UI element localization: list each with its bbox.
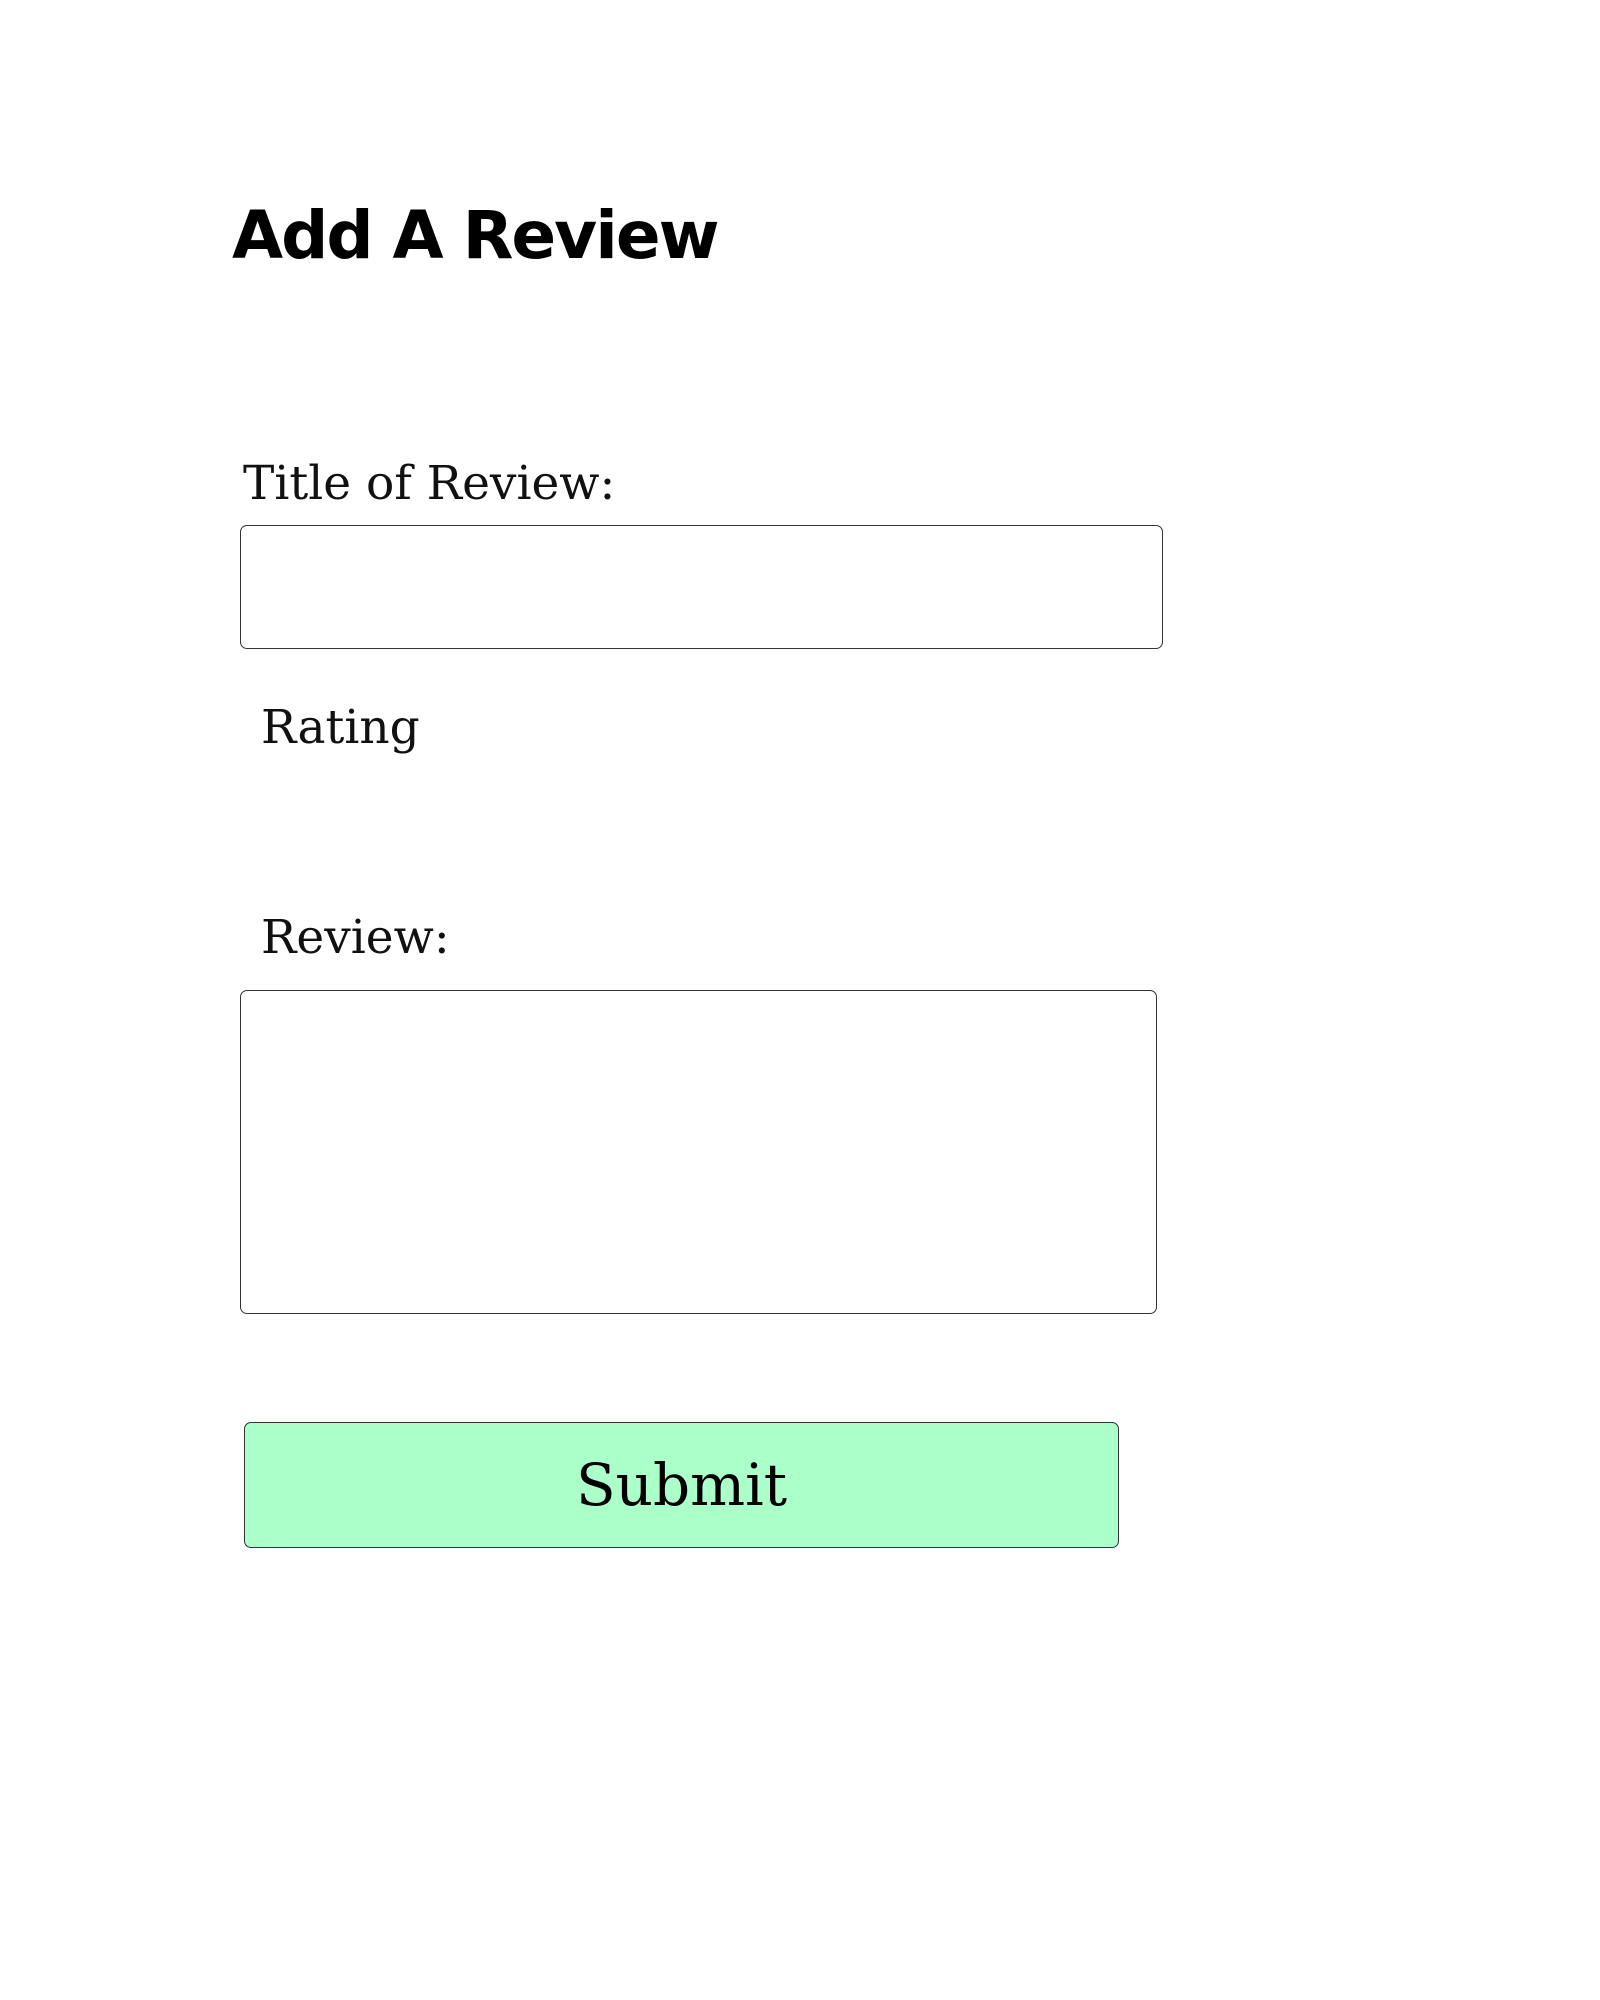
submit-button[interactable]: Submit	[244, 1422, 1119, 1548]
rating-label: Rating	[261, 700, 420, 755]
review-label: Review:	[261, 910, 450, 965]
review-textarea[interactable]	[240, 990, 1157, 1314]
title-of-review-label: Title of Review:	[243, 456, 616, 511]
submit-button-label: Submit	[575, 1451, 788, 1519]
title-of-review-input[interactable]	[240, 525, 1163, 649]
rating-area	[261, 770, 961, 880]
page-title: Add A Review	[232, 197, 720, 274]
